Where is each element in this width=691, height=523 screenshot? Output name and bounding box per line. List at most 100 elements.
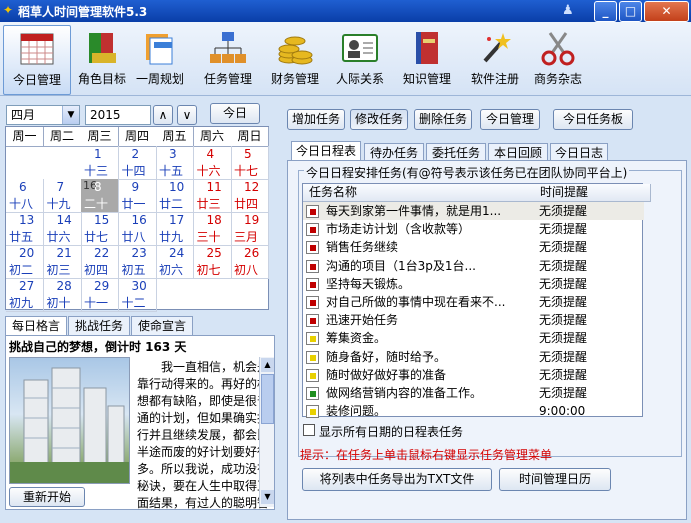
calendar-day[interactable]: 20 初二: [6, 245, 44, 279]
task-checkbox[interactable]: [306, 223, 319, 237]
tab-daily-quote[interactable]: 每日格言: [5, 316, 67, 336]
task-checkbox[interactable]: [306, 350, 319, 364]
minimize-button[interactable]: _: [594, 1, 617, 22]
task-row[interactable]: 做网络营销内容的准备工作。 无须提醒: [303, 384, 644, 402]
quote-text: 我一直相信，机会是 靠行动得来的。再好的构 想都有缺陷，即使是很普 通的计划，但如果确…: [137, 359, 269, 512]
quote-scrollbar[interactable]: ▲ ▼: [259, 357, 274, 507]
calendar-day[interactable]: 19 三月: [231, 212, 269, 246]
calendar-day[interactable]: 7 十九: [43, 179, 82, 213]
year-field[interactable]: 2015: [85, 105, 151, 125]
scroll-thumb[interactable]: [261, 374, 274, 424]
chevron-down-icon[interactable]: ▼: [62, 106, 79, 124]
restart-button[interactable]: 重新开始: [9, 487, 85, 507]
tab-challenge[interactable]: 挑战任务: [68, 316, 130, 336]
scroll-down-arrow[interactable]: ▼: [261, 490, 274, 504]
calendar-day[interactable]: 16 廿八: [118, 212, 157, 246]
month-select[interactable]: 四月 ▼: [6, 105, 80, 125]
calendar-day[interactable]: 9 廿一: [118, 179, 157, 213]
task-checkbox[interactable]: [306, 405, 319, 419]
calendar-day[interactable]: 16 8 二十: [81, 179, 119, 213]
task-row[interactable]: 销售任务继续 无须提醒: [303, 238, 644, 256]
toolbar-item-tasks[interactable]: 任务管理: [195, 25, 261, 93]
today-manage-button[interactable]: 今日管理: [480, 109, 540, 130]
add-task-button[interactable]: 增加任务: [287, 109, 345, 130]
calendar-today-button[interactable]: 今日: [210, 103, 260, 124]
year-up-button[interactable]: ∧: [153, 105, 173, 125]
tab-mission[interactable]: 使命宣言: [131, 316, 193, 336]
task-row[interactable]: 每天到家第一件事情，就是用1... 无须提醒: [303, 202, 644, 220]
close-button[interactable]: ✕: [644, 1, 689, 22]
toolbar-item-knowledge[interactable]: 知识管理: [394, 25, 460, 93]
toolbar-item-contacts[interactable]: 人际关系: [327, 25, 393, 93]
calendar-day[interactable]: 27 初九: [6, 278, 44, 312]
tab-today-schedule[interactable]: 今日日程表: [291, 141, 361, 161]
month-calendar[interactable]: 周一 周二 周三 周四 周五 周六 周日 1 十三 2 十四 3 十五 4 十六 5 十七 6 十八 7 十九 16 8 二…: [5, 126, 269, 312]
calendar-day[interactable]: 11 廿三: [193, 179, 232, 213]
calendar-day[interactable]: 2 十四: [118, 146, 157, 180]
task-checkbox[interactable]: [306, 241, 319, 255]
tab-review[interactable]: 本日回顾: [488, 143, 548, 161]
priority-flag-icon: [310, 281, 316, 288]
toolbar-item-week-plan[interactable]: 一周规划: [127, 25, 193, 93]
task-checkbox[interactable]: [306, 205, 319, 218]
today-taskboard-button[interactable]: 今日任务板: [553, 109, 633, 130]
task-row[interactable]: 沟通的项目（1台3p及1台... 无须提醒: [303, 257, 644, 275]
calendar-day[interactable]: 15 廿七: [81, 212, 119, 246]
task-row[interactable]: 随身备好，随时给予。 无须提醒: [303, 348, 644, 366]
calendar-day[interactable]: 14 廿六: [43, 212, 82, 246]
tab-delegated[interactable]: 委托任务: [426, 143, 486, 161]
task-row[interactable]: 随时做好做好事的准备 无须提醒: [303, 366, 644, 384]
task-row[interactable]: 市场走访计划（含收款等） 无须提醒: [303, 220, 644, 238]
calendar-day[interactable]: 22 初四: [81, 245, 119, 279]
calendar-day[interactable]: 10 廿二: [156, 179, 194, 213]
task-checkbox[interactable]: [306, 259, 319, 273]
column-header-name[interactable]: 任务名称: [303, 184, 541, 202]
tab-today-log[interactable]: 今日日志: [550, 143, 608, 161]
calendar-day[interactable]: 21 初三: [43, 245, 82, 279]
calendar-day[interactable]: 12 廿四: [231, 179, 269, 213]
delete-task-button[interactable]: 删除任务: [414, 109, 472, 130]
calendar-day[interactable]: 28 初十: [43, 278, 82, 312]
toolbar-item-today[interactable]: 今日管理: [3, 25, 71, 95]
column-header-remind[interactable]: 时间提醒: [534, 184, 651, 202]
calendar-day[interactable]: 30 十二: [118, 278, 157, 312]
calendar-day[interactable]: 6 十八: [6, 179, 44, 213]
export-txt-button[interactable]: 将列表中任务导出为TXT文件: [302, 468, 492, 491]
schedule-task-list[interactable]: 任务名称 时间提醒 每天到家第一件事情，就是用1... 无须提醒 市场走访计划（含收…: [302, 183, 651, 420]
task-checkbox[interactable]: [306, 368, 319, 382]
task-checkbox[interactable]: [306, 332, 319, 346]
calendar-day[interactable]: 17 廿九: [156, 212, 194, 246]
task-checkbox[interactable]: [306, 387, 319, 400]
calendar-day[interactable]: 25 初七: [193, 245, 232, 279]
calendar-day[interactable]: 24 初六: [156, 245, 194, 279]
calendar-day[interactable]: 18 三十: [193, 212, 232, 246]
calendar-day[interactable]: 29 十一: [81, 278, 119, 312]
scroll-up-arrow[interactable]: ▲: [261, 358, 274, 372]
calendar-day[interactable]: 13 廿五: [6, 212, 44, 246]
tab-todo[interactable]: 待办任务: [364, 143, 424, 161]
calendar-day[interactable]: 23 初五: [118, 245, 157, 279]
toolbar-item-register[interactable]: 软件注册: [462, 25, 528, 93]
task-row[interactable]: 迅速开始任务 无须提醒: [303, 311, 644, 329]
task-row[interactable]: 坚持每天锻炼。 无须提醒: [303, 275, 644, 293]
tray-icon[interactable]: ♟: [562, 3, 574, 18]
task-row[interactable]: 筹集资金。 无须提醒: [303, 329, 644, 347]
toolbar-item-magazine[interactable]: 商务杂志: [525, 25, 591, 93]
toolbar-item-roles[interactable]: 角色目标: [69, 25, 135, 93]
time-calendar-button[interactable]: 时间管理日历: [499, 468, 611, 491]
toolbar-item-finance[interactable]: 财务管理: [262, 25, 328, 93]
maximize-button[interactable]: □: [619, 1, 642, 22]
task-checkbox[interactable]: [306, 277, 319, 291]
edit-task-button[interactable]: 修改任务: [350, 109, 408, 130]
calendar-day[interactable]: 1 十三: [81, 146, 119, 180]
calendar-day[interactable]: 3 十五: [156, 146, 194, 180]
show-all-checkbox[interactable]: [303, 424, 315, 436]
calendar-day[interactable]: 26 初八: [231, 245, 269, 279]
year-down-button[interactable]: ∨: [177, 105, 197, 125]
task-checkbox[interactable]: [306, 296, 319, 309]
calendar-day[interactable]: 5 十七: [231, 146, 269, 180]
task-row[interactable]: 装修问题。 9:00:00: [303, 402, 644, 420]
calendar-day[interactable]: 4 十六: [193, 146, 232, 180]
task-checkbox[interactable]: [306, 314, 319, 328]
task-row[interactable]: 对自己所做的事情中现在看来不... 无须提醒: [303, 293, 644, 311]
